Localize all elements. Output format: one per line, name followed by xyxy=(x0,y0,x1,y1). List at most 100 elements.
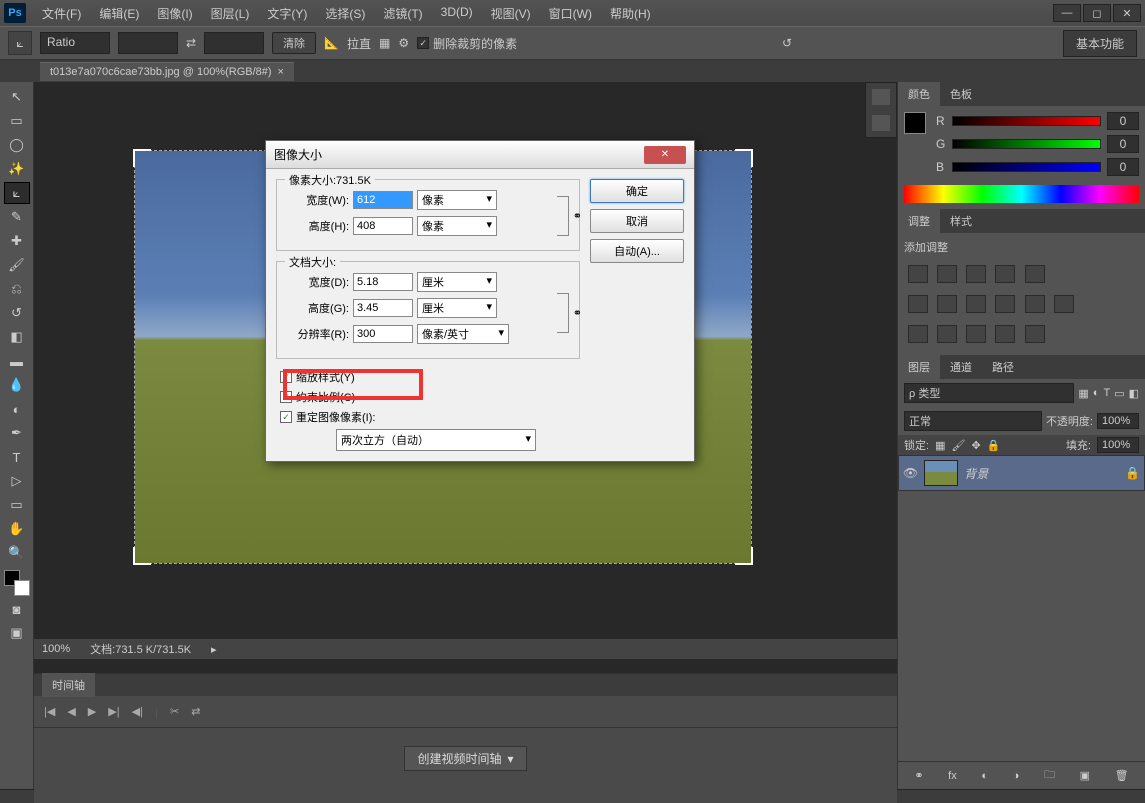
layer-visibility-icon[interactable]: 👁 xyxy=(903,466,918,480)
type-tool-icon[interactable]: T xyxy=(4,446,30,468)
new-group-icon[interactable]: 🗀 xyxy=(1044,766,1055,785)
ok-button[interactable]: 确定 xyxy=(590,179,684,203)
lasso-tool-icon[interactable]: ◯ xyxy=(4,134,30,156)
link-icon[interactable]: ⚭ xyxy=(573,210,582,223)
filter-adjust-icon[interactable]: ◐ xyxy=(1093,387,1100,399)
prev-frame-icon[interactable]: ◀ xyxy=(67,705,75,718)
marquee-tool-icon[interactable]: ▭ xyxy=(4,110,30,132)
first-frame-icon[interactable]: |◀ xyxy=(44,705,55,718)
crop-handle-tl[interactable] xyxy=(133,149,151,167)
clear-button[interactable]: 清除 xyxy=(272,32,316,54)
adj-colorbalance-icon[interactable] xyxy=(937,295,957,313)
next-frame-icon[interactable]: ▶| xyxy=(108,705,119,718)
menu-help[interactable]: 帮助(H) xyxy=(602,1,659,26)
screen-mode-icon[interactable]: ▣ xyxy=(4,622,30,644)
tab-adjustments[interactable]: 调整 xyxy=(898,209,940,233)
document-tab[interactable]: t013e7a070c6cae73bb.jpg @ 100%(RGB/8#) × xyxy=(40,62,294,81)
g-slider[interactable] xyxy=(952,139,1101,149)
link-layers-icon[interactable]: ⚭ xyxy=(914,769,923,782)
layer-mask-icon[interactable]: ◐ xyxy=(981,770,988,782)
adj-channelmix-icon[interactable] xyxy=(1025,295,1045,313)
properties-panel-icon[interactable] xyxy=(872,115,890,131)
delete-cropped-checkbox[interactable]: ✓ 删除裁剪的像素 xyxy=(417,35,517,52)
menu-filter[interactable]: 滤镜(T) xyxy=(375,1,430,26)
shape-tool-icon[interactable]: ▭ xyxy=(4,494,30,516)
window-close-button[interactable]: ✕ xyxy=(1113,4,1141,22)
resample-checkbox[interactable]: ✓重定图像像素(I): xyxy=(276,409,580,425)
pen-tool-icon[interactable]: ✒ xyxy=(4,422,30,444)
auto-button[interactable]: 自动(A)... xyxy=(590,239,684,263)
height-h-unit-select[interactable]: 像素 xyxy=(417,216,497,236)
adj-brightness-icon[interactable] xyxy=(908,265,928,283)
eraser-tool-icon[interactable]: ◧ xyxy=(4,326,30,348)
adj-selective-icon[interactable] xyxy=(1025,325,1045,343)
crop-handle-bl[interactable] xyxy=(133,547,151,565)
r-value[interactable]: 0 xyxy=(1107,112,1139,130)
width-w-unit-select[interactable]: 像素 xyxy=(417,190,497,210)
g-value[interactable]: 0 xyxy=(1107,135,1139,153)
adj-exposure-icon[interactable] xyxy=(995,265,1015,283)
trash-icon[interactable]: 🗑 xyxy=(1115,769,1129,782)
menu-type[interactable]: 文字(Y) xyxy=(259,1,315,26)
tab-paths[interactable]: 路径 xyxy=(982,355,1024,379)
brush-tool-icon[interactable]: 🖌 xyxy=(4,254,30,276)
menu-view[interactable]: 视图(V) xyxy=(483,1,539,26)
width-d-input[interactable] xyxy=(353,273,413,291)
stamp-tool-icon[interactable]: ⎌ xyxy=(4,278,30,300)
menu-file[interactable]: 文件(F) xyxy=(34,1,89,26)
crop-width-input[interactable] xyxy=(118,32,178,54)
reset-icon[interactable]: ↺ xyxy=(782,36,792,50)
close-icon[interactable]: × xyxy=(278,66,284,78)
last-frame-icon[interactable]: ◀| xyxy=(132,705,143,718)
scissors-icon[interactable]: ✂ xyxy=(170,705,179,718)
width-d-unit-select[interactable]: 厘米 xyxy=(417,272,497,292)
resolution-unit-select[interactable]: 像素/英寸 xyxy=(417,324,509,344)
crop-tool-icon[interactable]: ⟀ xyxy=(4,182,30,204)
chevron-down-icon[interactable]: ▾ xyxy=(507,752,513,766)
link-icon[interactable]: ⚭ xyxy=(573,307,582,320)
width-w-input[interactable] xyxy=(353,191,413,209)
menu-3d[interactable]: 3D(D) xyxy=(433,1,481,26)
gear-icon[interactable]: ⚙ xyxy=(398,36,409,50)
magic-wand-tool-icon[interactable]: ✨ xyxy=(4,158,30,180)
eyedropper-tool-icon[interactable]: ✎ xyxy=(4,206,30,228)
cancel-button[interactable]: 取消 xyxy=(590,209,684,233)
lock-pos-icon[interactable]: ✥ xyxy=(971,439,980,452)
opacity-value[interactable]: 100% xyxy=(1097,413,1139,429)
window-minimize-button[interactable]: — xyxy=(1053,4,1081,22)
new-layer-icon[interactable]: ▣ xyxy=(1080,769,1090,782)
adj-curves-icon[interactable] xyxy=(966,265,986,283)
filter-smart-icon[interactable]: ◧ xyxy=(1129,387,1139,400)
adj-photofilter-icon[interactable] xyxy=(995,295,1015,313)
move-tool-icon[interactable]: ↖ xyxy=(4,86,30,108)
path-select-tool-icon[interactable]: ▷ xyxy=(4,470,30,492)
swap-icon[interactable]: ⇄ xyxy=(186,36,196,50)
adj-threshold-icon[interactable] xyxy=(966,325,986,343)
layer-filter-select[interactable]: ρ 类型 xyxy=(904,383,1074,403)
layer-name[interactable]: 背景 xyxy=(964,465,988,482)
crop-ratio-select[interactable]: Ratio xyxy=(40,32,110,54)
healing-tool-icon[interactable]: ✚ xyxy=(4,230,30,252)
menu-edit[interactable]: 编辑(E) xyxy=(91,1,147,26)
resolution-input[interactable] xyxy=(353,325,413,343)
blur-tool-icon[interactable]: 💧 xyxy=(4,374,30,396)
window-maximize-button[interactable]: ◻ xyxy=(1083,4,1111,22)
adj-vibrance-icon[interactable] xyxy=(1025,265,1045,283)
gradient-tool-icon[interactable]: ▬ xyxy=(4,350,30,372)
filter-shape-icon[interactable]: ▭ xyxy=(1114,387,1124,400)
zoom-level[interactable]: 100% xyxy=(42,643,70,655)
layer-thumbnail[interactable] xyxy=(924,460,958,486)
lock-all-icon[interactable]: 🔒 xyxy=(987,439,1001,452)
crop-handle-tr[interactable] xyxy=(735,149,753,167)
filter-type-icon[interactable]: T xyxy=(1103,387,1110,399)
zoom-tool-icon[interactable]: 🔍 xyxy=(4,542,30,564)
tab-styles[interactable]: 样式 xyxy=(940,209,982,233)
constrain-checkbox[interactable]: ✓约束比例(C) xyxy=(276,389,580,405)
tab-layers[interactable]: 图层 xyxy=(898,355,940,379)
document-info[interactable]: 文档:731.5 K/731.5K xyxy=(90,641,191,657)
create-video-timeline-button[interactable]: 创建视频时间轴 ▾ xyxy=(404,746,526,771)
hand-tool-icon[interactable]: ✋ xyxy=(4,518,30,540)
menu-window[interactable]: 窗口(W) xyxy=(541,1,600,26)
tab-timeline[interactable]: 时间轴 xyxy=(42,673,95,697)
collapsed-panel-dock[interactable] xyxy=(865,82,897,138)
